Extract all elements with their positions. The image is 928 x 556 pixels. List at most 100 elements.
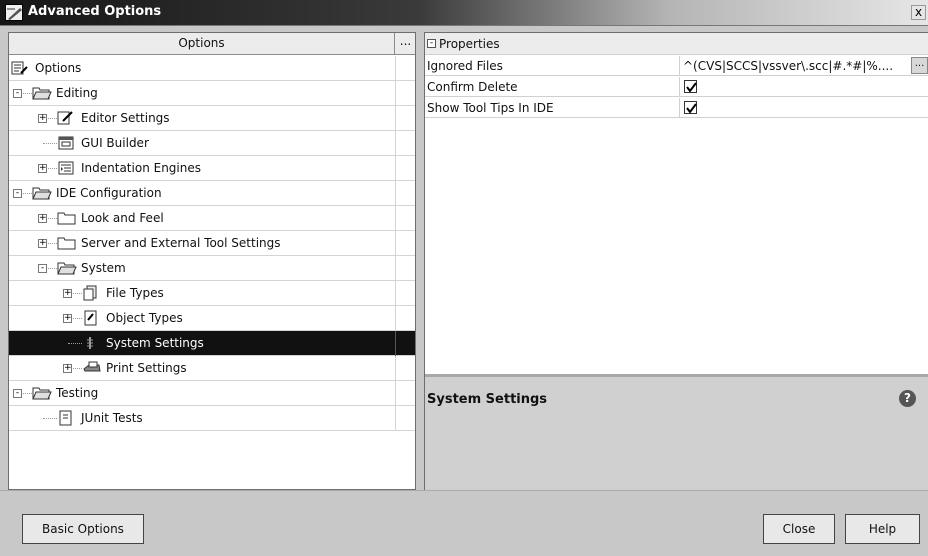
property-row-confirm-delete[interactable]: Confirm Delete <box>425 77 928 97</box>
property-name: Show Tool Tips In IDE <box>427 101 554 115</box>
expand-icon[interactable]: + <box>63 314 72 323</box>
tree-item-label: IDE Configuration <box>56 186 162 200</box>
button-bar: Basic Options Close Help <box>0 490 928 556</box>
column-divider <box>395 281 396 306</box>
show-tooltips-checkbox[interactable] <box>684 101 697 114</box>
column-divider <box>395 81 396 106</box>
system-settings-icon <box>82 335 100 351</box>
help-icon[interactable]: ? <box>899 390 916 407</box>
ignored-files-value[interactable]: ^(CVS|SCCS|vssver\.scc|#.*#|%.... <box>683 59 893 73</box>
tree-item-label: GUI Builder <box>81 136 149 150</box>
expand-icon[interactable]: + <box>38 239 47 248</box>
description-title: System Settings <box>427 392 548 407</box>
properties-group-label: Properties <box>439 37 500 51</box>
tree-item-label: System Settings <box>106 336 204 350</box>
description-panel: System Settings ? <box>425 374 928 490</box>
properties-group-header[interactable]: - Properties <box>425 33 928 55</box>
options-icon <box>11 60 29 76</box>
expand-icon[interactable]: + <box>63 364 72 373</box>
tree-item-label: System <box>81 261 126 275</box>
column-divider <box>395 206 396 231</box>
tree-item-indentation-engines[interactable]: + Indentation Engines <box>9 156 415 181</box>
tree-item-print-settings[interactable]: + Print Settings <box>9 356 415 381</box>
tree-guide-line <box>43 143 57 144</box>
ignored-files-edit-button[interactable]: ... <box>911 57 928 74</box>
tree-item-ide-configuration[interactable]: - IDE Configuration <box>9 181 415 206</box>
tree-item-look-and-feel[interactable]: + Look and Feel <box>9 206 415 231</box>
collapse-icon[interactable]: - <box>38 264 47 273</box>
column-divider <box>395 181 396 206</box>
tree-item-options[interactable]: Options <box>9 56 415 81</box>
tree-item-object-types[interactable]: + Object Types <box>9 306 415 331</box>
collapse-icon[interactable]: - <box>13 89 22 98</box>
column-divider <box>679 56 680 76</box>
column-divider <box>395 381 396 406</box>
expand-icon[interactable]: + <box>63 289 72 298</box>
tree-item-testing[interactable]: - Testing <box>9 381 415 406</box>
column-divider <box>395 356 396 381</box>
folder-open-icon <box>32 85 52 101</box>
column-divider <box>395 406 396 431</box>
collapse-icon[interactable]: - <box>13 189 22 198</box>
tree-item-label: Server and External Tool Settings <box>81 236 281 250</box>
expand-icon[interactable]: + <box>38 114 47 123</box>
indentation-icon <box>57 160 75 176</box>
tree-header-ellipsis-button[interactable]: ... <box>395 33 415 55</box>
tree-column-header[interactable]: Options <box>9 33 395 55</box>
gui-builder-icon <box>57 135 75 151</box>
print-icon <box>82 360 101 376</box>
folder-open-icon <box>57 260 77 276</box>
expand-icon[interactable]: + <box>38 214 47 223</box>
column-divider <box>395 231 396 256</box>
options-tree-panel: Options ... Options - Editing + Editor Setti… <box>8 32 416 490</box>
options-tree: Options - Editing + Editor Settings GUI Build… <box>9 56 415 463</box>
expand-icon[interactable]: + <box>38 164 47 173</box>
tree-item-gui-builder[interactable]: GUI Builder <box>9 131 415 156</box>
column-divider <box>395 106 396 131</box>
junit-icon <box>57 410 75 426</box>
tree-item-label: Indentation Engines <box>81 161 201 175</box>
tree-item-label: Options <box>35 61 82 75</box>
column-divider <box>395 156 396 181</box>
tree-item-junit-tests[interactable]: JUnit Tests <box>9 406 415 431</box>
property-row-ignored-files[interactable]: Ignored Files ^(CVS|SCCS|vssver\.scc|#.*… <box>425 56 928 76</box>
tree-item-label: Print Settings <box>106 361 187 375</box>
tree-guide-line <box>68 343 82 344</box>
column-divider <box>395 131 396 156</box>
window-title: Advanced Options <box>28 4 162 19</box>
tree-item-label: Object Types <box>106 311 183 325</box>
folder-open-icon <box>32 385 52 401</box>
close-button[interactable]: Close <box>763 514 835 544</box>
collapse-icon[interactable]: - <box>13 389 22 398</box>
tree-item-editor-settings[interactable]: + Editor Settings <box>9 106 415 131</box>
column-divider <box>679 98 680 118</box>
tree-item-editing[interactable]: - Editing <box>9 81 415 106</box>
tree-item-label: Editing <box>56 86 98 100</box>
basic-options-button[interactable]: Basic Options <box>22 514 144 544</box>
tree-item-file-types[interactable]: + File Types <box>9 281 415 306</box>
title-bar: Advanced Options x <box>0 0 928 26</box>
close-icon[interactable]: x <box>911 5 926 20</box>
file-types-icon <box>82 285 100 301</box>
tree-item-system-settings[interactable]: System Settings <box>9 331 415 356</box>
tree-item-label: Look and Feel <box>81 211 164 225</box>
property-name: Confirm Delete <box>427 80 518 94</box>
tree-item-label: Testing <box>56 386 99 400</box>
tree-item-server-and-external-tool-settings[interactable]: + Server and External Tool Settings <box>9 231 415 256</box>
app-icon <box>5 4 23 21</box>
tree-item-label: JUnit Tests <box>81 411 143 425</box>
folder-icon <box>57 210 76 226</box>
tree-item-label: File Types <box>106 286 164 300</box>
folder-open-icon <box>32 185 52 201</box>
help-button[interactable]: Help <box>845 514 920 544</box>
column-divider <box>395 256 396 281</box>
confirm-delete-checkbox[interactable] <box>684 80 697 93</box>
column-divider <box>395 56 396 81</box>
folder-icon <box>57 235 76 251</box>
tree-item-system[interactable]: - System <box>9 256 415 281</box>
property-row-show-tooltips[interactable]: Show Tool Tips In IDE <box>425 98 928 118</box>
column-divider <box>679 77 680 97</box>
column-divider <box>395 331 396 356</box>
collapse-icon[interactable]: - <box>427 39 436 48</box>
property-name: Ignored Files <box>427 59 503 73</box>
